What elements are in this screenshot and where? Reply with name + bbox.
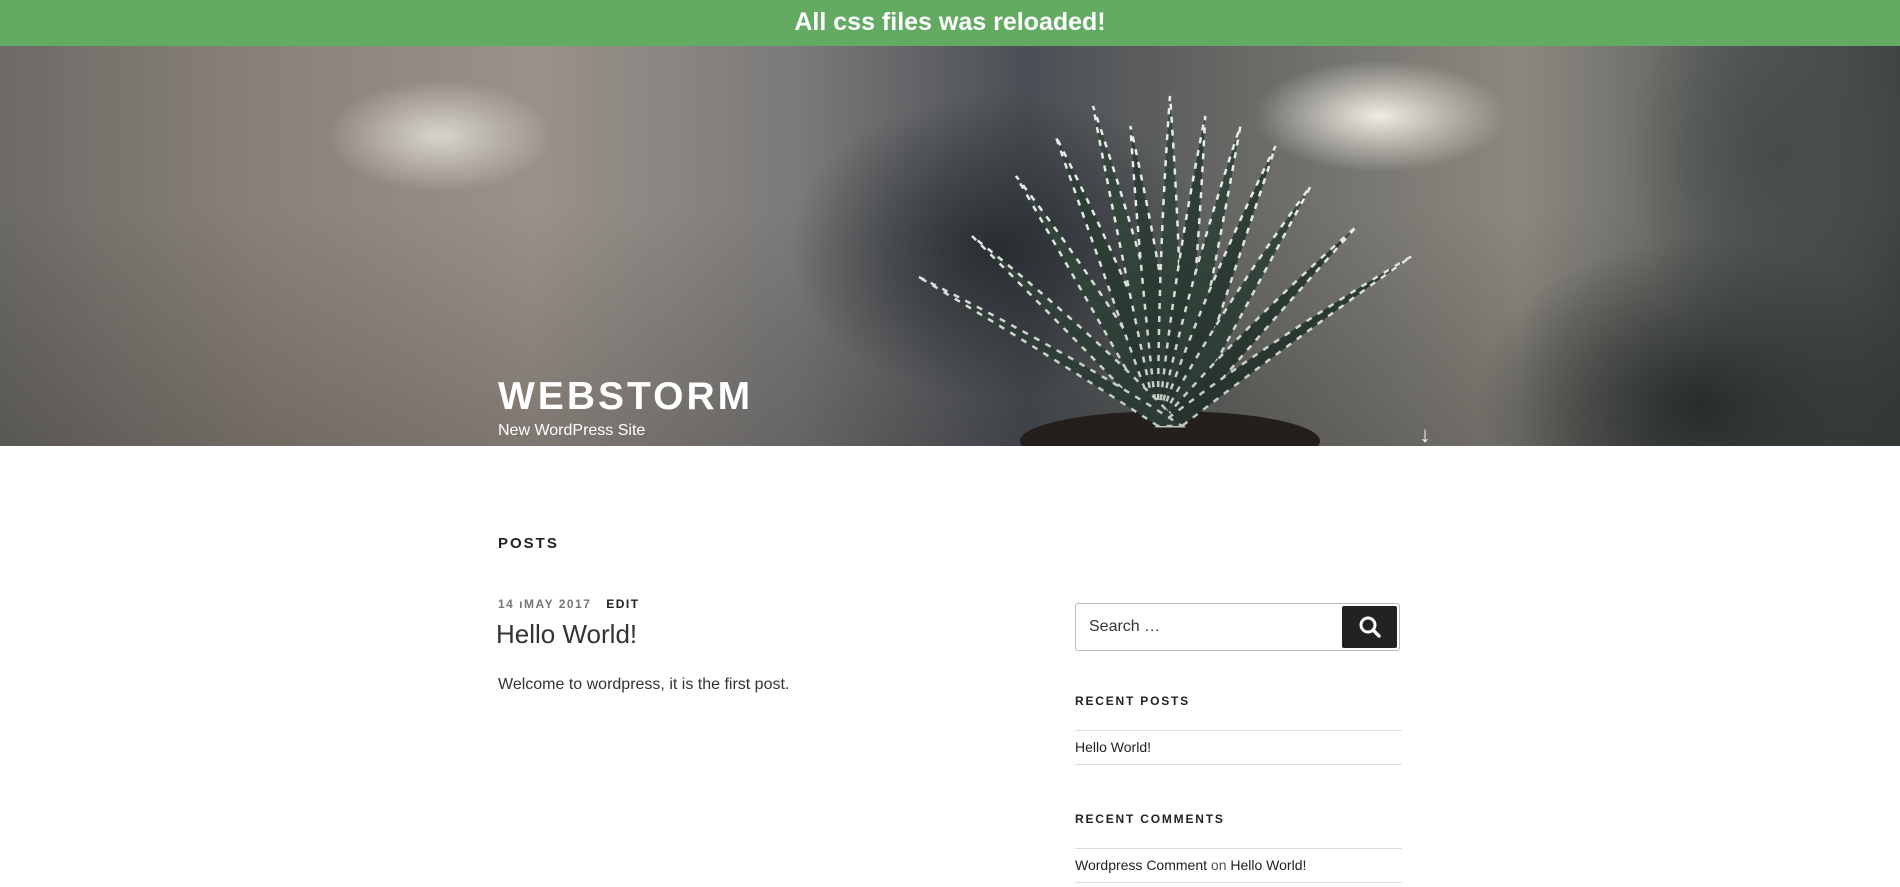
recent-comment-item: Wordpress Comment on Hello World!: [1075, 848, 1402, 883]
arrow-down-icon[interactable]: ↓: [1414, 422, 1436, 446]
recent-posts-list: Hello World!: [1075, 730, 1402, 765]
search-input[interactable]: [1077, 605, 1341, 649]
comment-post-link[interactable]: Hello World!: [1230, 857, 1306, 873]
posts-section-heading: POSTS: [498, 535, 559, 552]
search-form: [1075, 603, 1400, 651]
header-hero-image: WEBSTORM New WordPress Site ↓: [0, 46, 1900, 446]
comment-connector: on: [1210, 857, 1227, 873]
recent-comments-list: Wordpress Comment on Hello World!: [1075, 848, 1402, 883]
post-excerpt: Welcome to wordpress, it is the first po…: [498, 676, 790, 693]
site-tagline: New WordPress Site: [498, 422, 646, 439]
recent-post-link[interactable]: Hello World!: [1075, 739, 1151, 755]
recent-comments-title: RECENT COMMENTS: [1075, 812, 1225, 826]
post-date[interactable]: 14 ıMAY 2017: [498, 597, 591, 611]
comment-author-link[interactable]: Wordpress Comment: [1075, 857, 1207, 873]
post-edit-link[interactable]: EDIT: [606, 597, 639, 611]
css-reload-notice: All css files was reloaded!: [0, 0, 1900, 46]
search-icon: [1359, 616, 1381, 638]
notice-text: All css files was reloaded!: [794, 8, 1106, 36]
recent-posts-title: RECENT POSTS: [1075, 694, 1190, 708]
site-title[interactable]: WEBSTORM: [498, 373, 753, 421]
post-title[interactable]: Hello World!: [496, 618, 637, 650]
post-meta: 14 ıMAY 2017 EDIT: [498, 597, 640, 611]
search-button[interactable]: [1342, 606, 1397, 648]
recent-post-item: Hello World!: [1075, 730, 1402, 765]
